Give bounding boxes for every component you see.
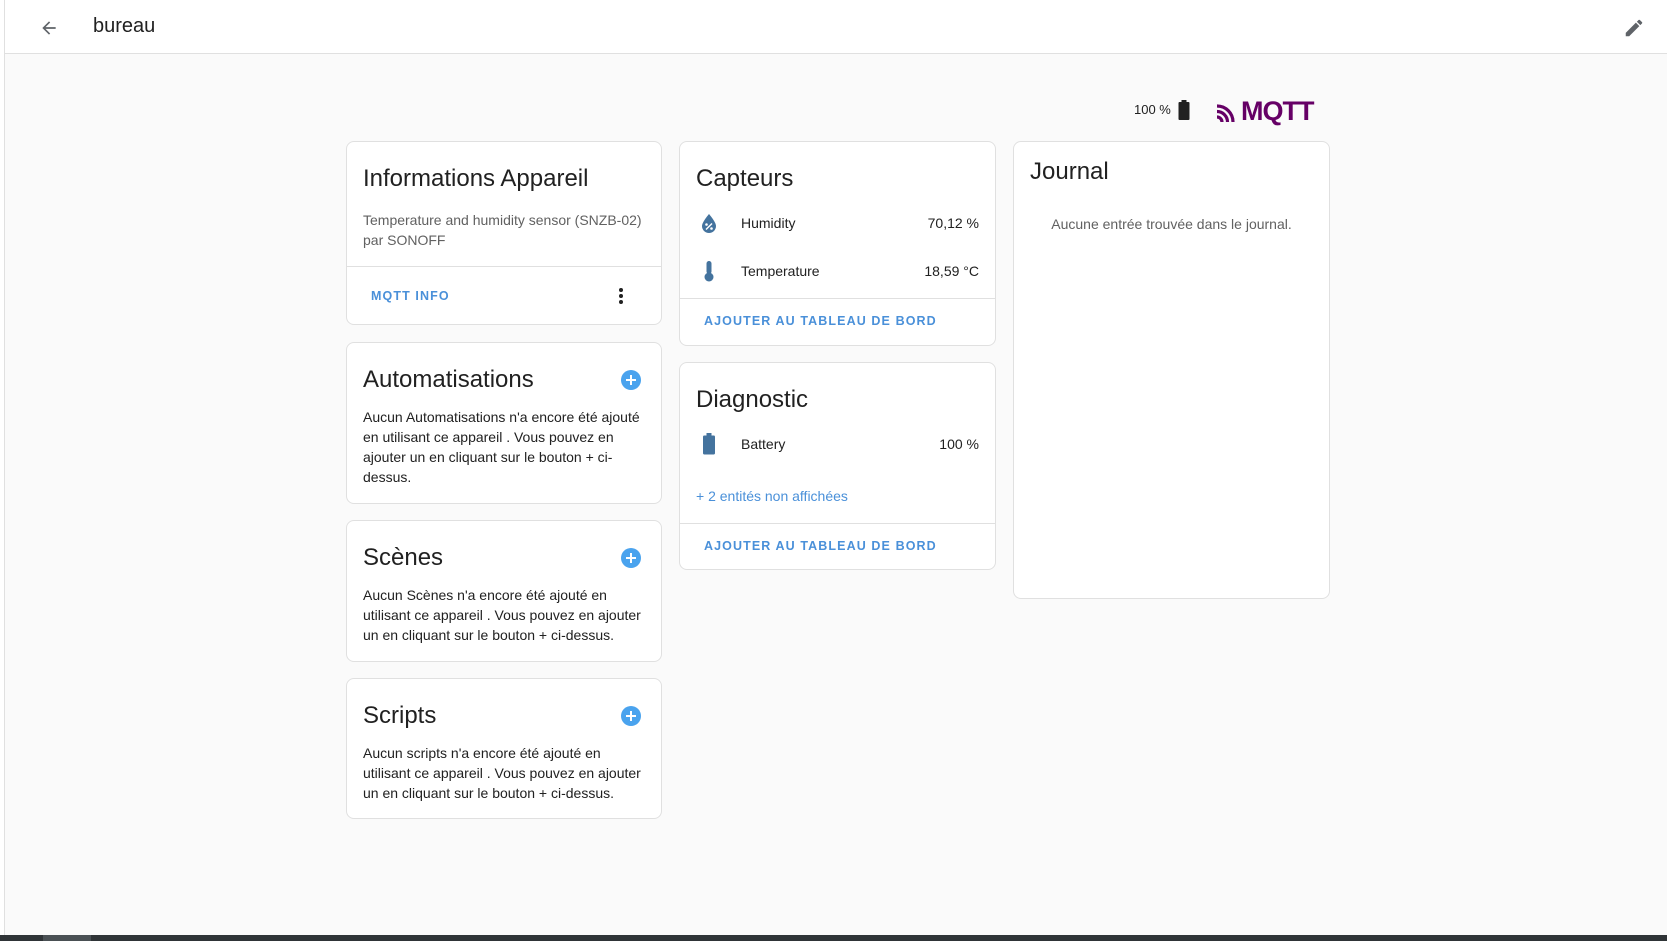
scenes-title: Scènes bbox=[363, 544, 444, 571]
top-app-bar: bureau bbox=[5, 0, 1667, 54]
add-automation-button[interactable] bbox=[621, 370, 641, 390]
page-title: bureau bbox=[93, 15, 156, 37]
scenes-card: Scènes Aucun Scènes n'a encore été ajout… bbox=[346, 520, 662, 662]
back-button[interactable] bbox=[32, 11, 66, 45]
device-model: Temperature and humidity sensor (SNZB-02… bbox=[363, 212, 642, 228]
entity-value: 70,12 % bbox=[927, 215, 979, 231]
hidden-entities-link[interactable]: + 2 entités non affichées bbox=[696, 488, 848, 504]
mqtt-logo: MQTT bbox=[1215, 96, 1314, 127]
entity-name: Humidity bbox=[741, 215, 796, 231]
entity-value: 100 % bbox=[939, 436, 979, 452]
device-manufacturer: par SONOFF bbox=[363, 232, 446, 248]
overflow-menu-button[interactable] bbox=[611, 285, 631, 307]
header-battery-level: 100 % bbox=[1134, 102, 1171, 117]
scripts-title: Scripts bbox=[363, 702, 437, 729]
card-divider bbox=[680, 523, 995, 524]
journal-title: Journal bbox=[1030, 158, 1109, 185]
plus-icon bbox=[626, 375, 636, 385]
arrow-left-icon bbox=[42, 21, 56, 35]
sensors-title: Capteurs bbox=[696, 165, 794, 192]
dots-vertical-icon bbox=[619, 288, 623, 304]
mqtt-info-button[interactable]: MQTT INFO bbox=[371, 289, 450, 303]
entity-row[interactable]: Humidity 70,12 % bbox=[680, 208, 995, 238]
entity-name: Temperature bbox=[741, 263, 820, 279]
journal-empty-text: Aucune entrée trouvée dans le journal. bbox=[1051, 216, 1292, 232]
entity-row[interactable]: Battery 100 % bbox=[680, 429, 995, 459]
add-script-button[interactable] bbox=[621, 706, 641, 726]
bottom-bar bbox=[0, 935, 1667, 941]
device-info-title: Informations Appareil bbox=[363, 165, 589, 192]
water-percent-icon bbox=[698, 212, 720, 234]
automations-title: Automatisations bbox=[363, 366, 534, 393]
automations-empty-text: Aucun Automatisations n'a encore été ajo… bbox=[363, 409, 640, 485]
mqtt-waves-icon bbox=[1216, 103, 1235, 122]
entity-name: Battery bbox=[741, 436, 786, 452]
pencil-icon bbox=[1625, 19, 1643, 37]
journal-card: Journal Aucune entrée trouvée dans le jo… bbox=[1013, 141, 1330, 599]
entity-value: 18,59 °C bbox=[924, 263, 979, 279]
sensors-card: Capteurs Humidity 70,12 % Temperature 18… bbox=[679, 141, 996, 346]
automations-card: Automatisations Aucun Automatisations n'… bbox=[346, 342, 662, 504]
card-divider bbox=[680, 298, 995, 299]
device-header-info: 100 % MQTT bbox=[1130, 90, 1330, 130]
add-to-dashboard-button[interactable]: AJOUTER AU TABLEAU DE BORD bbox=[704, 539, 937, 553]
mqtt-logo-text: MQTT bbox=[1241, 96, 1314, 126]
bottom-bar-segment bbox=[43, 935, 91, 941]
device-description: Temperature and humidity sensor (SNZB-02… bbox=[363, 210, 645, 250]
diagnostic-card: Diagnostic Battery 100 % + 2 entités non… bbox=[679, 362, 996, 570]
scenes-empty-text: Aucun Scènes n'a encore été ajouté en ut… bbox=[363, 587, 641, 643]
add-to-dashboard-button[interactable]: AJOUTER AU TABLEAU DE BORD bbox=[704, 314, 937, 328]
plus-icon bbox=[626, 553, 636, 563]
device-info-card: Informations Appareil Temperature and hu… bbox=[346, 141, 662, 325]
edit-button[interactable] bbox=[1617, 11, 1651, 45]
add-scene-button[interactable] bbox=[621, 548, 641, 568]
left-edge bbox=[0, 0, 5, 935]
plus-icon bbox=[626, 711, 636, 721]
diagnostic-title: Diagnostic bbox=[696, 386, 809, 413]
scripts-card: Scripts Aucun scripts n'a encore été ajo… bbox=[346, 678, 662, 819]
scripts-empty-text: Aucun scripts n'a encore été ajouté en u… bbox=[363, 745, 641, 801]
battery-full-icon bbox=[1178, 100, 1190, 120]
card-divider bbox=[347, 266, 661, 267]
battery-icon bbox=[698, 433, 720, 455]
thermometer-icon bbox=[698, 260, 720, 282]
entity-row[interactable]: Temperature 18,59 °C bbox=[680, 256, 995, 286]
